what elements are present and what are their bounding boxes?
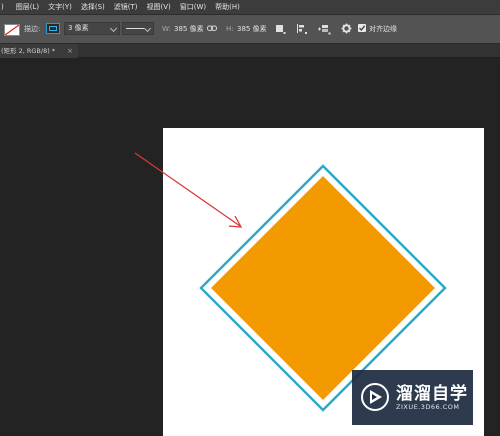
watermark-url: ZIXUE.3D66.COM xyxy=(396,403,460,411)
height-input[interactable]: 385 像素 xyxy=(237,15,267,43)
photoshop-window: ) 图层(L) 文字(Y) 选择(S) 滤镜(T) 视图(V) 窗口(W) 帮助… xyxy=(0,0,500,436)
watermark-badge: 溜溜自学 ZIXUE.3D66.COM xyxy=(352,370,473,425)
play-logo-icon xyxy=(361,383,389,411)
tab-document[interactable]: (矩形 2, RGB/8) * × xyxy=(0,44,78,58)
diamond-shape xyxy=(211,176,435,400)
menu-item-window[interactable]: 窗口(W) xyxy=(176,0,211,14)
annotation-arrow xyxy=(134,152,243,228)
menu-item-partial[interactable]: ) xyxy=(0,0,12,14)
stroke-label: 描边: xyxy=(24,25,41,33)
path-alignment-icon[interactable] xyxy=(296,23,308,35)
stroke-color-swatch[interactable] xyxy=(46,23,60,34)
width-input[interactable]: 385 像素 xyxy=(174,15,204,43)
gear-icon[interactable] xyxy=(341,23,352,34)
document-tab-bar: (矩形 2, RGB/8) * × xyxy=(0,44,500,58)
menu-item-select[interactable]: 选择(S) xyxy=(77,0,110,14)
align-edges-checkbox[interactable] xyxy=(358,24,366,32)
stroke-type-select[interactable] xyxy=(122,22,154,35)
no-fill-icon xyxy=(5,25,19,35)
chevron-down-icon xyxy=(109,24,118,33)
solid-line-icon xyxy=(126,28,144,29)
menu-item-view[interactable]: 视图(V) xyxy=(143,0,176,14)
checkmark-icon xyxy=(359,25,366,32)
width-label: W: xyxy=(162,25,171,33)
options-bar: 描边: 3 像素 W: 385 像素 H: 385 像素 对齐边缘 xyxy=(0,14,500,44)
stroke-color-inner xyxy=(49,26,57,31)
menu-item-layer[interactable]: 图层(L) xyxy=(12,0,44,14)
watermark-title: 溜溜自学 xyxy=(396,384,468,404)
fill-none-swatch[interactable] xyxy=(4,24,20,36)
menu-item-filter[interactable]: 滤镜(T) xyxy=(110,0,143,14)
stroke-width-select[interactable]: 3 像素 xyxy=(64,22,120,35)
chevron-down-icon xyxy=(143,24,152,33)
menu-item-type[interactable]: 文字(Y) xyxy=(44,0,77,14)
path-arrangement-icon[interactable] xyxy=(317,23,331,35)
menu-item-help[interactable]: 帮助(H) xyxy=(211,0,245,14)
stroke-width-value: 3 像素 xyxy=(68,24,89,32)
menu-bar: ) 图层(L) 文字(Y) 选择(S) 滤镜(T) 视图(V) 窗口(W) 帮助… xyxy=(0,0,500,14)
tab-document-title: (矩形 2, RGB/8) * xyxy=(1,47,56,55)
path-operations-icon[interactable] xyxy=(275,23,287,35)
link-icon[interactable] xyxy=(207,25,217,32)
close-icon[interactable]: × xyxy=(67,44,73,58)
height-label: H: xyxy=(226,25,234,33)
align-edges-label: 对齐边缘 xyxy=(369,25,397,33)
